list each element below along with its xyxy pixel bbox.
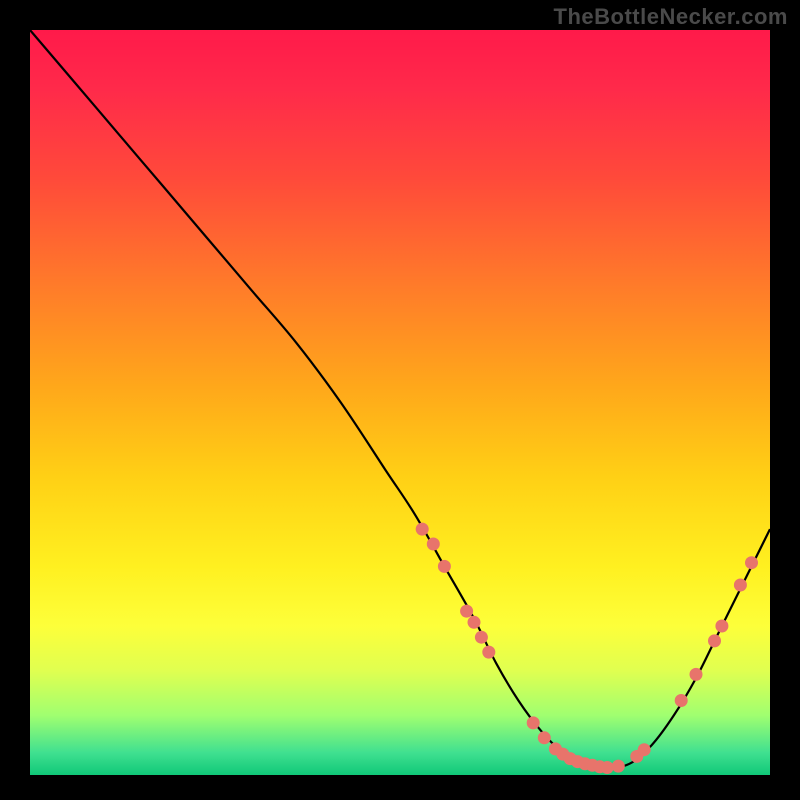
curve-marker xyxy=(538,731,551,744)
curve-marker xyxy=(601,761,614,774)
curve-marker xyxy=(527,716,540,729)
curve-marker xyxy=(612,760,625,773)
curve-marker xyxy=(745,556,758,569)
chart-plot-area xyxy=(30,30,770,775)
curve-marker xyxy=(427,538,440,551)
curve-marker xyxy=(438,560,451,573)
curve-markers xyxy=(416,523,758,774)
watermark-text: TheBottleNecker.com xyxy=(554,4,788,30)
curve-marker xyxy=(690,668,703,681)
curve-marker xyxy=(482,646,495,659)
curve-marker xyxy=(475,631,488,644)
curve-marker xyxy=(708,634,721,647)
curve-marker xyxy=(638,743,651,756)
curve-marker xyxy=(715,620,728,633)
curve-marker xyxy=(734,579,747,592)
chart-svg xyxy=(30,30,770,775)
curve-marker xyxy=(675,694,688,707)
bottleneck-curve xyxy=(30,30,770,768)
curve-marker xyxy=(468,616,481,629)
curve-marker xyxy=(460,605,473,618)
curve-marker xyxy=(416,523,429,536)
